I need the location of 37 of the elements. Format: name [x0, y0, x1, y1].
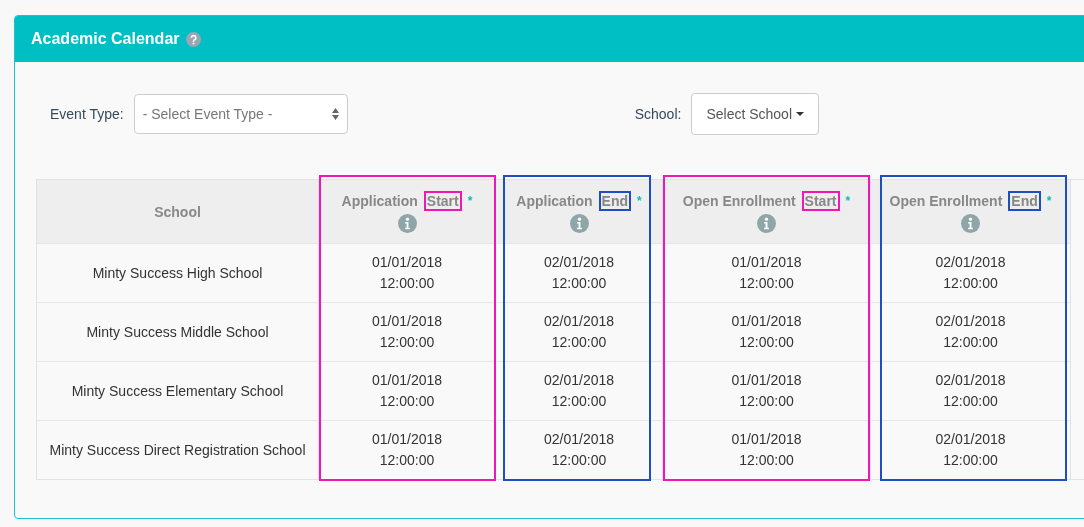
school-label: School: — [634, 106, 682, 122]
event-type-label: Event Type: — [50, 106, 124, 122]
date-cell: 01/01/2018 12:00:00 — [663, 361, 871, 420]
event-type-select[interactable]: - Select Event Type - — [133, 94, 348, 134]
school-dropdown-button[interactable]: Select School — [691, 93, 819, 135]
caret-icon — [796, 112, 804, 116]
date-cell: 01/01/2018 12:00:00 — [319, 420, 496, 479]
info-icon[interactable] — [569, 213, 589, 233]
date-cell: 01/01/2018 12:00:00 — [663, 243, 871, 302]
school-cell: Minty Success Direct Registration School — [37, 420, 319, 479]
info-icon[interactable] — [961, 213, 980, 233]
date-cell: 02/01/2018 12:00:00 — [871, 420, 1071, 479]
date-cell: 02/01/2018 12:00:00 — [496, 361, 663, 420]
date-cell: 01/01/2018 12:00:00 — [663, 302, 871, 361]
column-header: Open Enrollment Start * — [682, 190, 851, 211]
school-cell: Minty Success High School — [37, 243, 319, 302]
column-header: Application End * — [516, 190, 642, 211]
date-cell: 01/01/2018 12:00:00 — [663, 420, 871, 479]
date-cell: 02/01/2018 12:00:00 — [496, 302, 663, 361]
info-icon[interactable] — [397, 213, 417, 233]
date-cell: 01/01/2018 12:00:00 — [319, 243, 496, 302]
column-header: Application Start * — [341, 190, 473, 211]
date-cell: 02/01/2018 12:00:00 — [496, 420, 663, 479]
up-down-arrows-icon — [331, 108, 339, 120]
date-cell: 02/01/2018 12:00:00 — [871, 243, 1071, 302]
info-icon[interactable] — [757, 213, 776, 233]
date-cell: 02/01/2018 12:00:00 — [871, 302, 1071, 361]
date-cell: 02/01/2018 12:00:00 — [871, 361, 1071, 420]
date-cell: 02/01/2018 12:00:00 — [496, 243, 663, 302]
school-cell: Minty Success Middle School — [37, 302, 319, 361]
date-cell: 01/01/2018 12:00:00 — [319, 361, 496, 420]
panel-title: Academic Calendar — [31, 30, 180, 48]
column-header: School — [37, 180, 319, 243]
help-icon[interactable] — [185, 31, 201, 47]
date-cell: 01/01/2018 12:00:00 — [319, 302, 496, 361]
column-header: Open Enrollment End * — [889, 190, 1052, 211]
school-cell: Minty Success Elementary School — [37, 361, 319, 420]
